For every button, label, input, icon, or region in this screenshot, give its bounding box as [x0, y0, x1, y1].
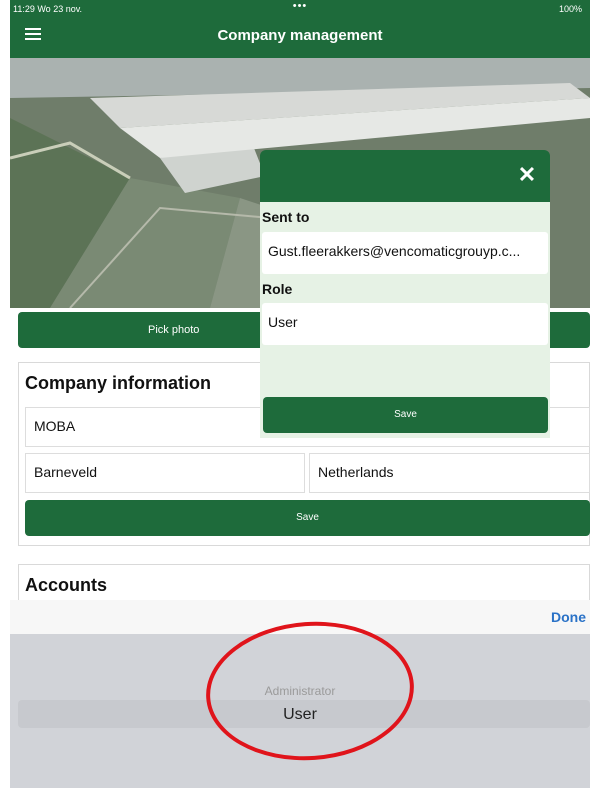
accounts-title: Accounts [25, 575, 108, 595]
role-label: Role [262, 281, 293, 297]
status-time: 11:29 Wo 23 nov. [13, 4, 83, 14]
invite-dialog-header: ✕ [260, 150, 550, 202]
sent-to-label: Sent to [262, 209, 310, 225]
city-field[interactable]: Barneveld [25, 453, 305, 493]
invite-save-button[interactable]: Save [263, 397, 548, 433]
page-title: Company management [217, 27, 383, 44]
battery-indicator: 100% [558, 4, 582, 14]
accounts-section: Accounts [18, 564, 590, 600]
role-field[interactable]: User [262, 303, 548, 345]
done-button[interactable]: Done [551, 609, 586, 625]
close-icon[interactable]: ✕ [516, 164, 538, 186]
multitasking-dots[interactable]: ••• [293, 0, 308, 12]
app-header: 11:29 Wo 23 nov. ••• 100% Company manage… [10, 0, 590, 58]
invite-dialog: Sent to Gust.fleerakkers@vencomaticgrouy… [260, 202, 550, 438]
sent-to-field[interactable]: Gust.fleerakkers@vencomaticgrouyp.c... [262, 232, 548, 274]
company-save-button[interactable]: Save [25, 500, 590, 536]
company-info-title: Company information [25, 373, 212, 393]
status-bar: 11:29 Wo 23 nov. ••• 100% [10, 0, 590, 16]
country-field[interactable]: Netherlands [309, 453, 590, 493]
